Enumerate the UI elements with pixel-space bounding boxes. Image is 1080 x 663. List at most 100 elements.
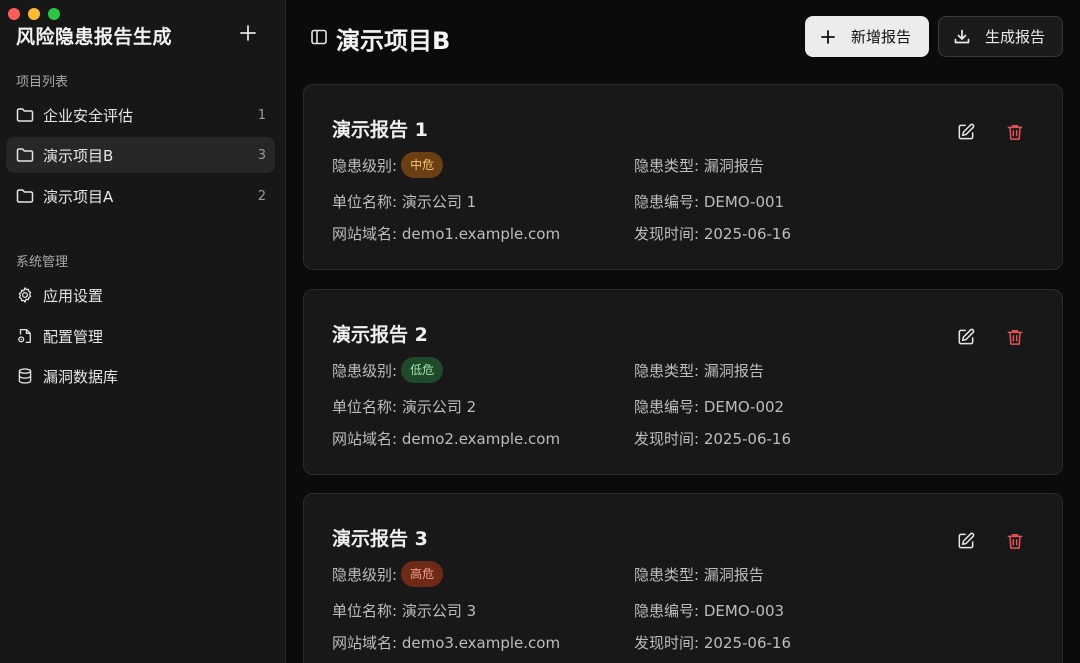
unit-label: 单位名称: <box>332 602 398 620</box>
main-content: 演示项目B 新增报告 生成报告 演示报告 1 隐患级别: 中危 隐患类型: 漏洞… <box>287 0 1080 663</box>
project-count: 1 <box>257 107 266 123</box>
type-field: 隐患类型: 漏洞报告 <box>634 564 764 585</box>
level-field: 隐患级别: 低危 <box>332 357 444 383</box>
plus-icon <box>819 28 837 46</box>
delete-report-button[interactable] <box>1005 122 1025 142</box>
unit-value: 演示公司 3 <box>401 602 477 620</box>
time-label: 发现时间: <box>634 634 700 652</box>
time-value: 2025-06-16 <box>703 633 792 652</box>
type-field: 隐患类型: 漏洞报告 <box>634 360 764 381</box>
code-value: DEMO-001 <box>703 192 785 211</box>
sidebar-item-project-3[interactable]: 演示项目A 2 <box>6 178 275 214</box>
delete-report-button[interactable] <box>1005 531 1025 551</box>
sidebar-item-app-settings[interactable]: 应用设置 <box>6 277 275 313</box>
time-value: 2025-06-16 <box>703 224 792 243</box>
level-badge: 高危 <box>401 561 444 587</box>
close-window-button[interactable] <box>8 8 20 20</box>
gear-icon <box>16 286 34 304</box>
unit-label: 单位名称: <box>332 193 398 211</box>
code-field: 隐患编号: DEMO-001 <box>634 191 784 212</box>
unit-field: 单位名称: 演示公司 1 <box>332 191 476 212</box>
level-label: 隐患级别: <box>332 565 398 584</box>
zoom-window-button[interactable] <box>48 8 60 20</box>
domain-label: 网站域名: <box>332 634 398 652</box>
edit-icon <box>958 328 975 345</box>
sidebar-item-vuln-db[interactable]: 漏洞数据库 <box>6 358 275 394</box>
minimize-window-button[interactable] <box>28 8 40 20</box>
domain-field: 网站域名: demo3.example.com <box>332 632 560 653</box>
time-field: 发现时间: 2025-06-16 <box>634 223 791 244</box>
report-card: 演示报告 1 隐患级别: 中危 隐患类型: 漏洞报告 单位名称: 演示公司 1 … <box>303 84 1063 270</box>
level-label: 隐患级别: <box>332 361 398 380</box>
download-icon <box>953 28 971 46</box>
folder-icon <box>16 106 34 124</box>
report-title: 演示报告 2 <box>332 324 428 346</box>
level-label: 隐患级别: <box>332 156 398 175</box>
window-controls <box>8 8 60 20</box>
page-title: 演示项目B <box>336 27 451 55</box>
trash-icon <box>1007 330 1023 345</box>
sidebar-item-config[interactable]: 配置管理 <box>6 318 275 354</box>
trash-icon <box>1007 125 1023 140</box>
domain-label: 网站域名: <box>332 225 398 243</box>
sidebar-item-project-2[interactable]: 演示项目B 3 <box>6 137 275 173</box>
add-report-label: 新增报告 <box>851 28 912 46</box>
code-field: 隐患编号: DEMO-002 <box>634 396 784 417</box>
type-value: 漏洞报告 <box>703 362 764 380</box>
code-label: 隐患编号: <box>634 398 700 416</box>
folder-icon <box>16 187 34 205</box>
edit-report-button[interactable] <box>956 327 976 347</box>
sidebar-item-label: 演示项目B <box>43 146 114 165</box>
add-project-button[interactable] <box>236 20 260 46</box>
delete-report-button[interactable] <box>1005 327 1025 347</box>
sidebar-toggle-icon[interactable] <box>310 28 328 46</box>
type-value: 漏洞报告 <box>703 157 764 175</box>
domain-label: 网站域名: <box>332 430 398 448</box>
time-field: 发现时间: 2025-06-16 <box>634 428 791 449</box>
sidebar-item-label: 企业安全评估 <box>43 106 134 125</box>
type-label: 隐患类型: <box>634 157 700 175</box>
report-card: 演示报告 3 隐患级别: 高危 隐患类型: 漏洞报告 单位名称: 演示公司 3 … <box>303 493 1063 663</box>
edit-icon <box>958 123 975 140</box>
unit-value: 演示公司 1 <box>401 193 477 211</box>
code-label: 隐患编号: <box>634 602 700 620</box>
unit-value: 演示公司 2 <box>401 398 477 416</box>
report-title: 演示报告 1 <box>332 119 428 141</box>
projects-section-label: 项目列表 <box>16 75 69 90</box>
trash-icon <box>1007 534 1023 549</box>
sidebar-item-project-1[interactable]: 企业安全评估 1 <box>6 97 275 133</box>
level-badge: 低危 <box>401 357 444 383</box>
sidebar-item-label: 应用设置 <box>43 286 104 305</box>
unit-label: 单位名称: <box>332 398 398 416</box>
type-label: 隐患类型: <box>634 362 700 380</box>
level-badge: 中危 <box>401 152 444 178</box>
sidebar-item-label: 漏洞数据库 <box>43 367 119 386</box>
project-count: 2 <box>257 188 266 204</box>
time-label: 发现时间: <box>634 430 700 448</box>
unit-field: 单位名称: 演示公司 3 <box>332 600 476 621</box>
code-value: DEMO-002 <box>703 397 785 416</box>
edit-report-button[interactable] <box>956 122 976 142</box>
time-label: 发现时间: <box>634 225 700 243</box>
system-section-label: 系统管理 <box>16 255 69 270</box>
report-title: 演示报告 3 <box>332 528 428 550</box>
type-field: 隐患类型: 漏洞报告 <box>634 155 764 176</box>
code-label: 隐患编号: <box>634 193 700 211</box>
time-field: 发现时间: 2025-06-16 <box>634 632 791 653</box>
level-field: 隐患级别: 高危 <box>332 561 444 587</box>
edit-report-button[interactable] <box>956 531 976 551</box>
domain-value: demo1.example.com <box>401 224 561 243</box>
sidebar-item-label: 配置管理 <box>43 327 104 346</box>
app-title: 风险隐患报告生成 <box>16 26 173 48</box>
plus-icon <box>240 25 256 41</box>
domain-field: 网站域名: demo1.example.com <box>332 223 560 244</box>
file-settings-icon <box>16 327 34 345</box>
add-report-button[interactable]: 新增报告 <box>805 16 929 57</box>
level-field: 隐患级别: 中危 <box>332 152 444 178</box>
code-field: 隐患编号: DEMO-003 <box>634 600 784 621</box>
time-value: 2025-06-16 <box>703 429 792 448</box>
generate-report-label: 生成报告 <box>985 28 1046 46</box>
generate-report-button[interactable]: 生成报告 <box>938 16 1063 57</box>
domain-value: demo3.example.com <box>401 633 561 652</box>
type-label: 隐患类型: <box>634 566 700 584</box>
